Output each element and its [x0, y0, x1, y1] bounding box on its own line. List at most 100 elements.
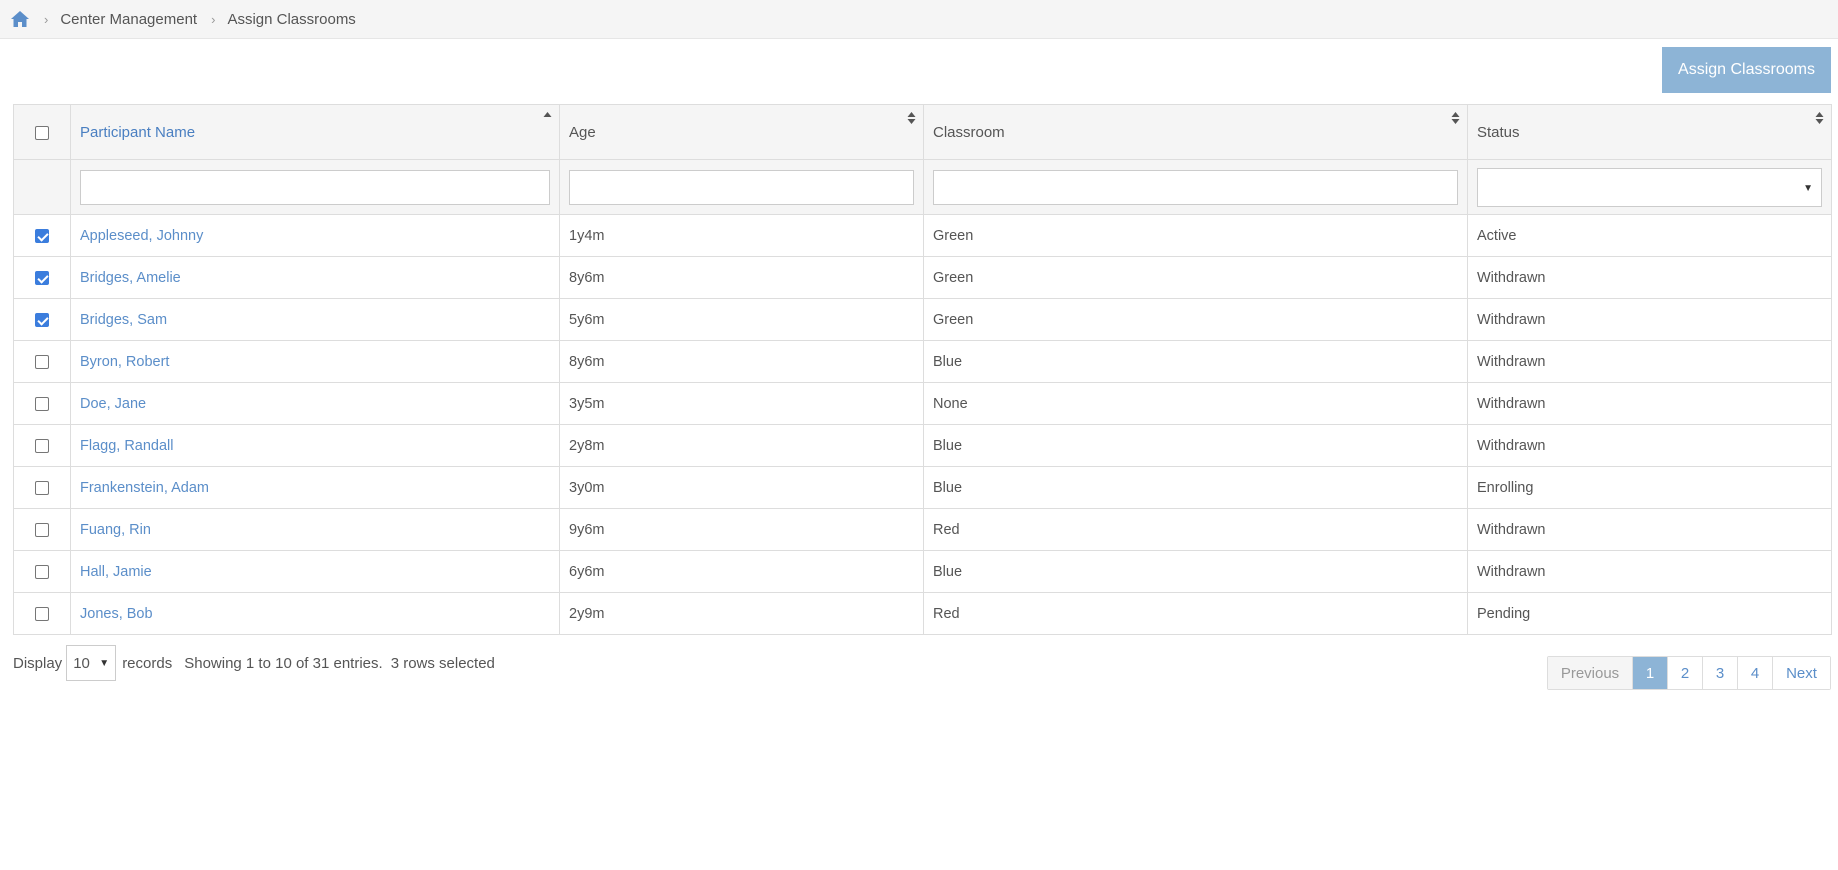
- table-row[interactable]: Jones, Bob 2y9m Red Pending: [13, 592, 1832, 635]
- status-filter-select[interactable]: ▼: [1477, 167, 1822, 207]
- row-select-checkbox[interactable]: [35, 270, 49, 285]
- sort-icon: [1815, 112, 1824, 124]
- row-select-cell: [13, 298, 71, 341]
- breadcrumb-assign-classrooms: Assign Classrooms: [227, 10, 356, 28]
- age-cell: 8y6m: [559, 256, 924, 299]
- row-select-checkbox[interactable]: [35, 480, 49, 495]
- participant-name-link[interactable]: Frankenstein, Adam: [70, 466, 560, 509]
- participant-name-filter-input[interactable]: [80, 169, 550, 205]
- row-select-cell: [13, 550, 71, 593]
- age-cell: 2y9m: [559, 592, 924, 635]
- row-select-cell: [13, 424, 71, 467]
- table-row[interactable]: Hall, Jamie 6y6m Blue Withdrawn: [13, 550, 1832, 593]
- row-select-cell: [13, 592, 71, 635]
- participant-name-link[interactable]: Byron, Robert: [70, 340, 560, 383]
- age-cell: 8y6m: [559, 340, 924, 383]
- table-info: Showing 1 to 10 of 31 entries.: [184, 654, 383, 672]
- page-length-value: 10: [73, 654, 90, 672]
- table-row[interactable]: Frankenstein, Adam 3y0m Blue Enrolling: [13, 466, 1832, 509]
- filter-cell-name: [70, 159, 560, 215]
- row-select-cell: [13, 466, 71, 509]
- age-cell: 2y8m: [559, 424, 924, 467]
- row-select-checkbox[interactable]: [35, 564, 49, 579]
- column-label: Participant Name: [80, 123, 196, 141]
- select-all-checkbox[interactable]: [35, 125, 49, 140]
- age-cell: 9y6m: [559, 508, 924, 551]
- row-select-cell: [13, 214, 71, 257]
- page-2-button[interactable]: 2: [1667, 657, 1702, 689]
- table-row[interactable]: Doe, Jane 3y5m None Withdrawn: [13, 382, 1832, 425]
- table-row[interactable]: Bridges, Sam 5y6m Green Withdrawn: [13, 298, 1832, 341]
- sort-icon: [907, 112, 916, 124]
- row-select-checkbox[interactable]: [35, 396, 49, 411]
- filter-cell-age: [559, 159, 924, 215]
- page-3-button[interactable]: 3: [1702, 657, 1737, 689]
- participant-name-link[interactable]: Flagg, Randall: [70, 424, 560, 467]
- chevron-right-icon: ›: [44, 11, 49, 27]
- row-select-checkbox[interactable]: [35, 606, 49, 621]
- page-4-button[interactable]: 4: [1737, 657, 1772, 689]
- status-cell: Enrolling: [1467, 466, 1832, 509]
- previous-page-button[interactable]: Previous: [1548, 657, 1632, 689]
- row-select-checkbox[interactable]: [35, 312, 49, 327]
- status-cell: Withdrawn: [1467, 424, 1832, 467]
- table-row[interactable]: Appleseed, Johnny 1y4m Green Active: [13, 214, 1832, 257]
- classroom-cell: Blue: [923, 424, 1468, 467]
- status-cell: Withdrawn: [1467, 298, 1832, 341]
- sort-icon: [1451, 112, 1460, 124]
- row-select-checkbox[interactable]: [35, 354, 49, 369]
- participant-name-link[interactable]: Bridges, Sam: [70, 298, 560, 341]
- column-label: Classroom: [933, 123, 1005, 141]
- select-all-cell: [13, 104, 71, 160]
- classroom-cell: None: [923, 382, 1468, 425]
- home-icon[interactable]: [10, 10, 30, 28]
- classroom-cell: Blue: [923, 550, 1468, 593]
- table-row[interactable]: Fuang, Rin 9y6m Red Withdrawn: [13, 508, 1832, 551]
- table-row[interactable]: Bridges, Amelie 8y6m Green Withdrawn: [13, 256, 1832, 299]
- status-cell: Withdrawn: [1467, 550, 1832, 593]
- classroom-filter-input[interactable]: [933, 169, 1458, 205]
- row-select-cell: [13, 382, 71, 425]
- pagination: Previous 1 2 3 4 Next: [1547, 656, 1831, 690]
- column-label: Status: [1477, 123, 1520, 141]
- row-select-cell: [13, 508, 71, 551]
- age-cell: 3y0m: [559, 466, 924, 509]
- column-header-classroom[interactable]: Classroom: [923, 104, 1468, 160]
- assign-classrooms-button[interactable]: Assign Classrooms: [1662, 47, 1831, 93]
- age-filter-input[interactable]: [569, 169, 914, 205]
- column-header-participant-name[interactable]: Participant Name: [70, 104, 560, 160]
- age-cell: 6y6m: [559, 550, 924, 593]
- row-select-cell: [13, 256, 71, 299]
- breadcrumb: › Center Management › Assign Classrooms: [0, 0, 1838, 39]
- column-header-status[interactable]: Status: [1467, 104, 1832, 160]
- row-select-checkbox[interactable]: [35, 228, 49, 243]
- participant-name-link[interactable]: Appleseed, Johnny: [70, 214, 560, 257]
- records-label: records: [122, 654, 173, 672]
- filter-spacer: [13, 159, 71, 215]
- participant-name-link[interactable]: Doe, Jane: [70, 382, 560, 425]
- participant-name-link[interactable]: Hall, Jamie: [70, 550, 560, 593]
- classroom-cell: Blue: [923, 466, 1468, 509]
- row-select-checkbox[interactable]: [35, 522, 49, 537]
- participants-table: Participant Name Age Classroom Status ▼ …: [13, 104, 1832, 635]
- breadcrumb-center-management[interactable]: Center Management: [60, 11, 197, 28]
- classroom-cell: Green: [923, 256, 1468, 299]
- age-cell: 3y5m: [559, 382, 924, 425]
- participant-name-link[interactable]: Fuang, Rin: [70, 508, 560, 551]
- classroom-cell: Red: [923, 592, 1468, 635]
- row-select-checkbox[interactable]: [35, 438, 49, 453]
- age-cell: 5y6m: [559, 298, 924, 341]
- status-cell: Active: [1467, 214, 1832, 257]
- column-header-age[interactable]: Age: [559, 104, 924, 160]
- page-1-button[interactable]: 1: [1632, 657, 1667, 689]
- table-row[interactable]: Byron, Robert 8y6m Blue Withdrawn: [13, 340, 1832, 383]
- table-footer: Display 10 ▼ records Showing 1 to 10 of …: [13, 645, 495, 681]
- participant-name-link[interactable]: Jones, Bob: [70, 592, 560, 635]
- next-page-button[interactable]: Next: [1772, 657, 1830, 689]
- display-label: Display: [13, 654, 63, 672]
- participant-name-link[interactable]: Bridges, Amelie: [70, 256, 560, 299]
- table-row[interactable]: Flagg, Randall 2y8m Blue Withdrawn: [13, 424, 1832, 467]
- age-cell: 1y4m: [559, 214, 924, 257]
- status-cell: Withdrawn: [1467, 382, 1832, 425]
- page-length-select[interactable]: 10 ▼: [66, 645, 117, 681]
